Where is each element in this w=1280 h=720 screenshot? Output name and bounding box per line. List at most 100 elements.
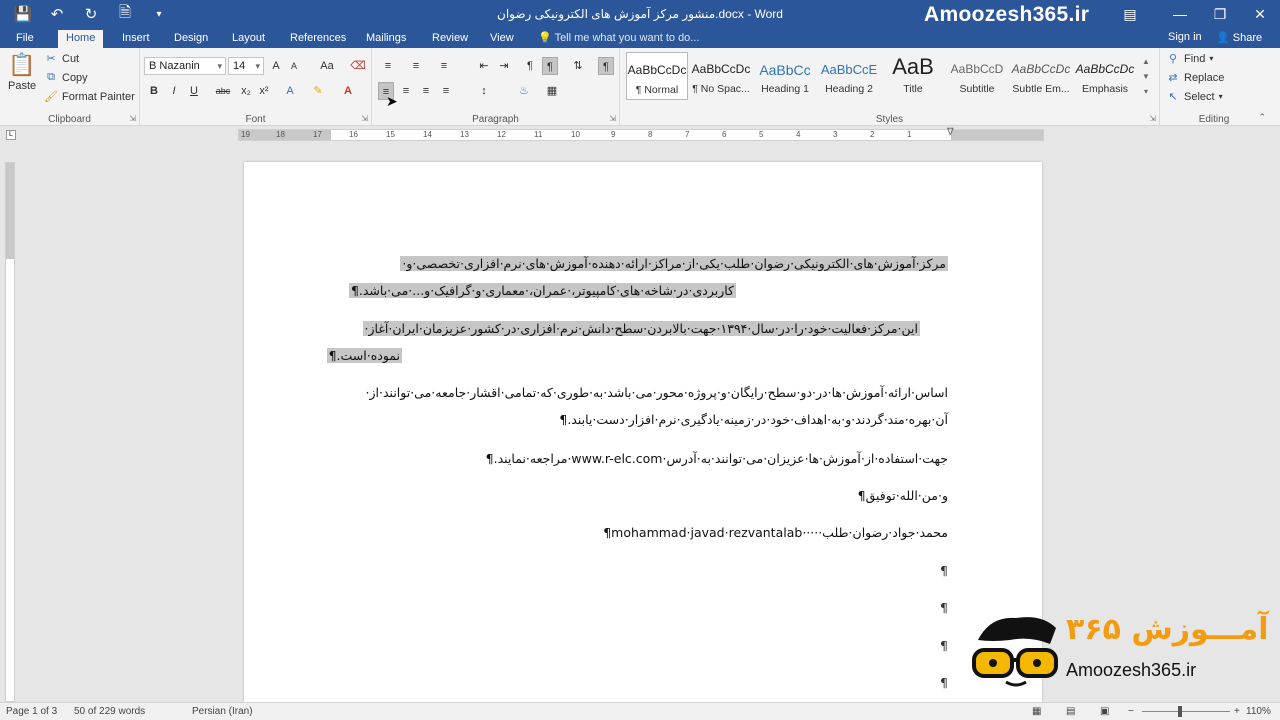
document-line[interactable]: مرکز·آموزش·های·الکترونیکی·رضوان·طلب·یکی·… <box>400 250 948 277</box>
word-count[interactable]: 50 of 229 words <box>74 706 145 717</box>
tab-file[interactable]: File <box>8 30 42 48</box>
borders-button[interactable]: ▦ <box>544 82 560 100</box>
grow-font-button[interactable]: A <box>268 57 284 75</box>
bullets-button[interactable]: ≡ <box>380 57 396 75</box>
horizontal-ruler[interactable]: 19 18 17 16 15 14 13 12 11 10 9 8 7 6 5 … <box>238 127 1044 141</box>
dialog-launcher-icon[interactable]: ⇲ <box>609 114 616 123</box>
tab-review[interactable]: Review <box>424 30 476 48</box>
redo-icon[interactable]: ↻ <box>76 3 106 25</box>
font-color-button[interactable]: A <box>340 82 356 100</box>
page-count[interactable]: Page 1 of 3 <box>6 706 57 717</box>
document-line[interactable]: ¶ <box>940 557 948 584</box>
select-button[interactable]: ↖ Select ▾ <box>1166 90 1222 104</box>
italic-button[interactable]: I <box>166 82 182 100</box>
tab-selector[interactable]: L <box>6 130 16 140</box>
maximize-icon[interactable]: ❐ <box>1200 0 1240 28</box>
document-line[interactable]: این·مرکز·فعالیت·خود·را·در·سال·۱۳۹۴·جهت·ب… <box>362 315 920 342</box>
style-heading-2[interactable]: AaBbCcE Heading 2 <box>818 52 880 100</box>
font-size-combo[interactable]: 14 ▾ <box>228 57 264 75</box>
customize-qat-icon[interactable]: ▾ <box>144 3 174 25</box>
vertical-ruler[interactable] <box>5 162 15 702</box>
dialog-launcher-icon[interactable]: ⇲ <box>1149 114 1156 123</box>
chevron-up-icon[interactable]: ▲ <box>1140 54 1152 69</box>
highlight-color-button[interactable]: ✎ <box>310 82 326 100</box>
cut-button[interactable]: ✂ Cut <box>44 52 79 66</box>
find-button[interactable]: ⚲ Find ▾ <box>1166 52 1213 66</box>
ribbon-display-options-icon[interactable]: ▤ <box>1112 0 1148 28</box>
document-page[interactable]: مرکز·آموزش·های·الکترونیکی·رضوان·طلب·یکی·… <box>244 162 1042 702</box>
style-subtitle[interactable]: AaBbCcD Subtitle <box>946 52 1008 100</box>
document-line[interactable]: آن·بهره·مند·گردند·و·به·اهداف·خود·در·زمین… <box>559 406 948 433</box>
line-spacing-button[interactable]: ↕ <box>476 82 492 100</box>
new-document-icon[interactable]: 🗎 <box>110 3 140 25</box>
minimize-icon[interactable]: — <box>1160 0 1200 28</box>
document-line[interactable]: نموده·است.¶ <box>326 342 402 369</box>
font-name-combo[interactable]: B Nazanin ▾ <box>144 57 226 75</box>
replace-button[interactable]: ⇄ Replace <box>1166 71 1224 85</box>
change-case-button[interactable]: Aa <box>316 57 338 75</box>
style-title[interactable]: AaB Title <box>882 52 944 100</box>
decrease-indent-button[interactable]: ⇤ <box>476 57 492 75</box>
rtl-direction-button[interactable]: ¶ <box>542 57 558 75</box>
zoom-in-button[interactable]: + <box>1234 706 1240 717</box>
tab-insert[interactable]: Insert <box>114 30 158 48</box>
shading-button[interactable]: ♨ <box>516 82 532 100</box>
show-marks-button[interactable]: ¶ <box>598 57 614 75</box>
styles-gallery-scroll[interactable]: ▲ ▼ ▾ <box>1140 54 1152 100</box>
zoom-slider-thumb[interactable] <box>1178 706 1182 717</box>
paste-button[interactable]: 📋 Paste <box>8 52 36 92</box>
document-line[interactable]: محمد·جواد·رضوان·طلب·····mohammad·javad·r… <box>603 519 948 546</box>
underline-button[interactable]: U <box>186 82 202 100</box>
document-line[interactable]: اساس·ارائه·آموزش·ها·در·دو·سطح·رایگان·و·پ… <box>366 379 948 406</box>
print-layout-icon[interactable]: ▤ <box>1066 706 1075 717</box>
dialog-launcher-icon[interactable]: ⇲ <box>129 114 136 123</box>
document-line[interactable]: ¶ <box>940 632 948 659</box>
style-heading-1[interactable]: AaBbCc Heading 1 <box>754 52 816 100</box>
language-indicator[interactable]: Persian (Iran) <box>192 706 253 717</box>
undo-icon[interactable]: ↶ <box>42 3 72 25</box>
document-line[interactable]: و·من·الله·توفیق¶ <box>858 482 948 509</box>
shrink-font-button[interactable]: A <box>286 57 302 75</box>
dialog-launcher-icon[interactable]: ⇲ <box>361 114 368 123</box>
bold-button[interactable]: B <box>146 82 162 100</box>
style-normal[interactable]: AaBbCcDc ¶ Normal <box>626 52 688 100</box>
share-button[interactable]: 👤 Share <box>1216 31 1262 44</box>
style-subtle-emphasis[interactable]: AaBbCcDc Subtle Em... <box>1010 52 1072 100</box>
tab-home[interactable]: Home <box>58 30 104 50</box>
tab-mailings[interactable]: Mailings <box>358 30 414 48</box>
tab-view[interactable]: View <box>482 30 522 48</box>
increase-indent-button[interactable]: ⇥ <box>496 57 512 75</box>
save-icon[interactable]: 💾 <box>8 3 38 25</box>
tab-references[interactable]: References <box>282 30 354 48</box>
superscript-button[interactable]: x² <box>256 82 272 100</box>
justify-button[interactable]: ≡ <box>438 82 454 100</box>
sign-in-link[interactable]: Sign in <box>1168 31 1202 43</box>
multilevel-list-button[interactable]: ≡ <box>436 57 452 75</box>
close-icon[interactable]: ✕ <box>1240 0 1280 28</box>
align-center-button[interactable]: ≡ <box>398 82 414 100</box>
style-emphasis[interactable]: AaBbCcDc Emphasis <box>1074 52 1136 100</box>
format-painter-button[interactable]: 🖌 Format Painter <box>44 90 135 104</box>
subscript-button[interactable]: x₂ <box>238 82 254 100</box>
strikethrough-button[interactable]: abc <box>212 82 234 100</box>
copy-button[interactable]: ⧉ Copy <box>44 71 88 84</box>
align-right-button[interactable]: ≡ <box>418 82 434 100</box>
numbering-button[interactable]: ≡ <box>408 57 424 75</box>
zoom-level[interactable]: 110% <box>1246 706 1271 717</box>
clear-formatting-button[interactable]: ⌫ <box>350 57 366 75</box>
chevron-down-icon[interactable]: ▼ <box>1140 69 1152 84</box>
tab-design[interactable]: Design <box>166 30 216 48</box>
indent-marker-icon[interactable]: ∇ <box>947 127 954 138</box>
style-no-spacing[interactable]: AaBbCcDc ¶ No Spac... <box>690 52 752 100</box>
more-styles-icon[interactable]: ▾ <box>1140 84 1152 99</box>
document-line[interactable]: ¶ <box>940 594 948 621</box>
text-effects-button[interactable]: A <box>282 82 298 100</box>
tell-me-box[interactable]: 💡 Tell me what you want to do... <box>538 31 699 44</box>
tab-layout[interactable]: Layout <box>224 30 273 48</box>
ltr-direction-button[interactable]: ¶ <box>522 57 538 75</box>
document-line[interactable]: کاربردی·در·شاخه·های·کامپیوتر،·عمران،·معم… <box>348 277 736 304</box>
zoom-out-button[interactable]: − <box>1128 706 1134 717</box>
document-line[interactable]: جهت·استفاده·از·آموزش·ها·عزیزان·می·توانند… <box>486 445 948 472</box>
collapse-ribbon-icon[interactable]: ⌃ <box>1258 112 1266 123</box>
read-mode-icon[interactable]: ▦ <box>1032 706 1041 717</box>
